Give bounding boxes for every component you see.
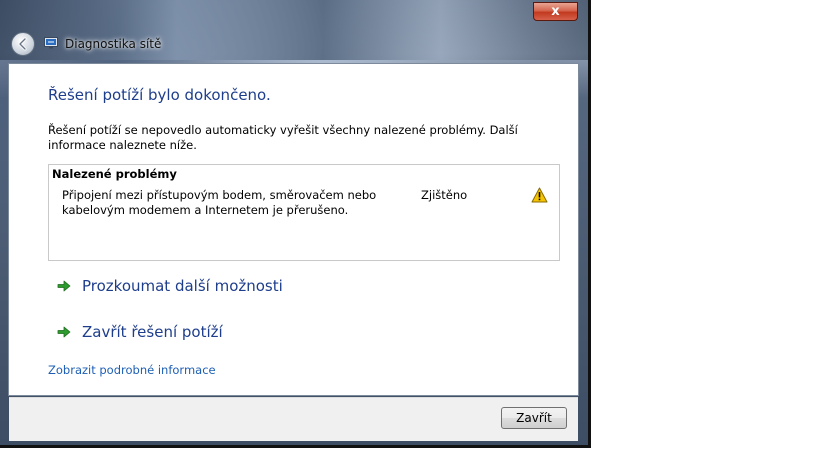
- explore-options-label: Prozkoumat další možnosti: [82, 277, 283, 295]
- dialog-footer: Zavřít: [9, 397, 578, 441]
- close-troubleshooting-label: Zavřít řešení potíží: [82, 323, 223, 341]
- close-troubleshooting-link[interactable]: Zavřít řešení potíží: [56, 323, 223, 341]
- window-close-button[interactable]: x: [533, 2, 578, 21]
- window-frame: x Diagnostika sítě Řešení potíží bylo do…: [0, 0, 591, 448]
- network-diagnostics-icon: [44, 37, 58, 49]
- problems-list-title: Nalezené problémy: [52, 167, 177, 181]
- problem-description: Připojení mezi přístupovým bodem, směrov…: [62, 188, 377, 217]
- problem-status: Zjištěno: [421, 188, 468, 202]
- green-arrow-icon: [57, 326, 71, 338]
- green-arrow-icon: [57, 280, 71, 292]
- close-button[interactable]: Zavřít: [501, 407, 567, 429]
- page-title: Řešení potíží bylo dokončeno.: [48, 86, 271, 104]
- explore-options-link[interactable]: Prozkoumat další možnosti: [56, 277, 283, 295]
- close-icon: x: [551, 4, 560, 19]
- back-button[interactable]: [11, 32, 35, 56]
- warning-icon: [531, 187, 548, 203]
- show-details-link[interactable]: Zobrazit podrobné informace: [48, 363, 216, 377]
- problems-list: Nalezené problémy Připojení mezi přístup…: [48, 164, 560, 261]
- window-title: Diagnostika sítě: [65, 37, 162, 51]
- back-arrow-icon: [18, 37, 27, 51]
- dialog-content: Řešení potíží bylo dokončeno. Řešení pot…: [8, 63, 579, 396]
- description-text: Řešení potíží se nepovedlo automaticky v…: [48, 123, 518, 152]
